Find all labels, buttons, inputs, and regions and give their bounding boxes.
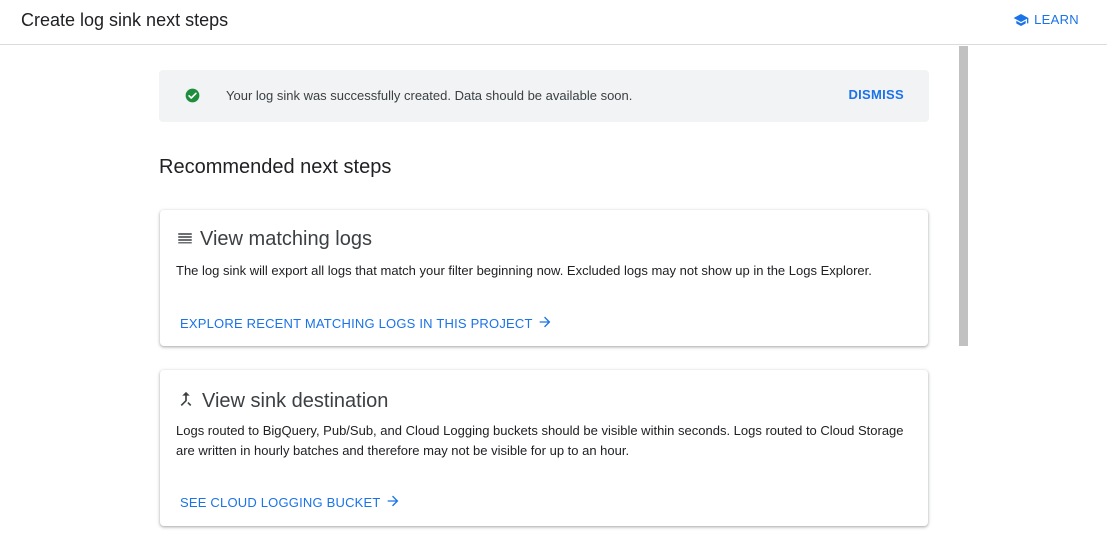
card-view-sink-destination: View sink destination Logs routed to Big… [160,370,928,526]
school-icon [1013,13,1029,27]
link-label: SEE CLOUD LOGGING BUCKET [180,495,381,510]
page-title: Create log sink next steps [21,10,229,30]
explore-logs-link[interactable]: EXPLORE RECENT MATCHING LOGS IN THIS PRO… [180,314,553,333]
list-icon [176,228,194,251]
check-circle-icon [185,88,200,108]
learn-label: LEARN [1034,12,1079,27]
dismiss-button[interactable]: DISMISS [848,87,904,102]
learn-button[interactable]: LEARN [1013,12,1079,27]
card-view-matching-logs: View matching logs The log sink will exp… [160,210,928,346]
page-header: Create log sink next steps LEARN [0,0,1107,45]
banner-message: Your log sink was successfully created. … [226,88,633,103]
card-title: View matching logs [200,228,372,250]
card-header: View matching logs [176,228,372,251]
link-label: EXPLORE RECENT MATCHING LOGS IN THIS PRO… [180,316,533,331]
arrow-right-icon [537,314,553,333]
scrollbar[interactable] [959,46,968,346]
card-description: Logs routed to BigQuery, Pub/Sub, and Cl… [176,423,904,458]
success-banner: Your log sink was successfully created. … [159,70,929,122]
section-title: Recommended next steps [159,156,392,178]
arrow-right-icon [385,493,401,512]
merge-icon [176,388,196,415]
card-title: View sink destination [202,390,389,412]
see-bucket-link[interactable]: SEE CLOUD LOGGING BUCKET [180,493,401,512]
card-description: The log sink will export all logs that m… [176,263,872,278]
card-header: View sink destination [176,388,388,415]
